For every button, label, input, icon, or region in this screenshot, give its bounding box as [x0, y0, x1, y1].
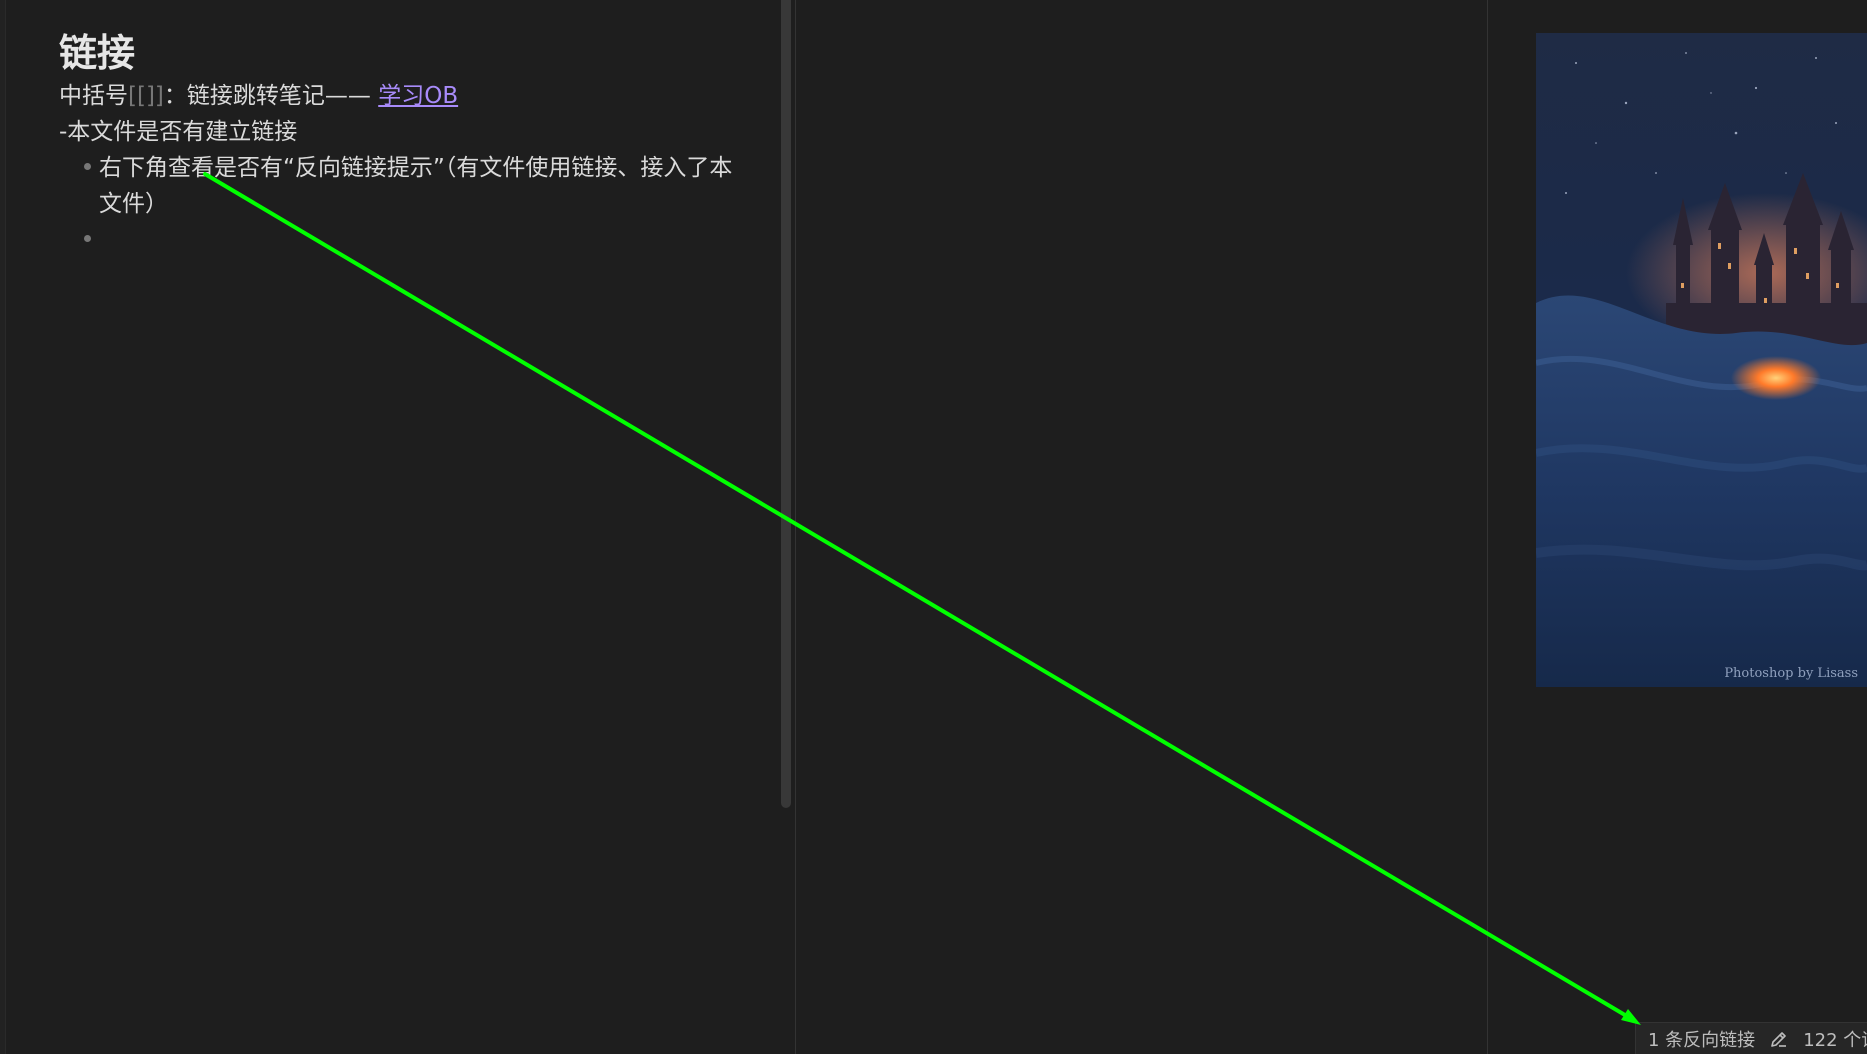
- list-item-text: 右下角查看是否有“反向链接提示”（有文件使用链接、接入了本文件）: [99, 155, 733, 217]
- pane-scrollbar[interactable]: [781, 0, 791, 808]
- obsidian-window: 链接 中括号[[]]：链接跳转笔记—— 学习OB -本文件是否有建立链接 右下角…: [0, 0, 1867, 1054]
- list-item-empty[interactable]: [59, 222, 739, 258]
- wikilink-line: 中括号[[]]：链接跳转笔记—— 学习OB: [59, 78, 739, 114]
- embedded-image-castle: Photoshop by Lisass: [1536, 33, 1867, 687]
- backlinks-count[interactable]: 1 条反向链接: [1648, 1026, 1755, 1052]
- castle-night-image: Photoshop by Lisass: [1536, 33, 1867, 687]
- pencil-icon[interactable]: [1769, 1029, 1789, 1049]
- editor-pane-left[interactable]: 链接 中括号[[]]：链接跳转笔记—— 学习OB -本文件是否有建立链接 右下角…: [6, 0, 782, 1054]
- line-middle: ：链接跳转笔记——: [163, 83, 379, 109]
- note-title: 链接: [59, 31, 136, 75]
- status-bar: 1 条反向链接 122 个词: [1635, 1022, 1867, 1054]
- bullet-dot-icon: [84, 235, 91, 242]
- word-count: 122 个词: [1803, 1029, 1867, 1051]
- note-content[interactable]: 链接 中括号[[]]：链接跳转笔记—— 学习OB -本文件是否有建立链接 右下角…: [59, 28, 739, 258]
- list-item: 右下角查看是否有“反向链接提示”（有文件使用链接、接入了本文件）: [59, 150, 739, 222]
- line-prefix: 中括号: [59, 83, 128, 109]
- editor-pane-middle[interactable]: [796, 0, 1486, 1054]
- image-watermark: Photoshop by Lisass: [1724, 666, 1858, 681]
- bracket-syntax: [[]]: [128, 83, 164, 109]
- bullet-dot-icon: [84, 163, 91, 170]
- internal-link-study-ob[interactable]: 学习OB: [378, 83, 458, 109]
- backlink-check-line: -本文件是否有建立链接: [59, 119, 298, 145]
